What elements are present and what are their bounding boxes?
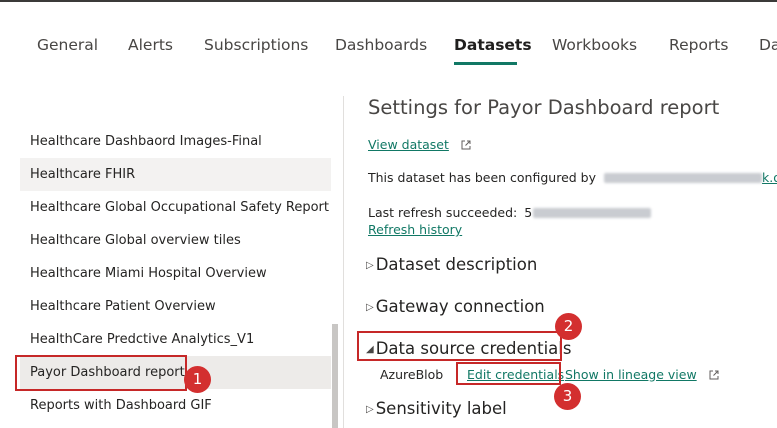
redacted-timestamp [533,208,652,218]
external-link-icon [709,370,719,380]
collapsed-caret-icon: ▷ [366,404,374,415]
callout-badge-3: 3 [554,383,581,410]
refresh-history-row: Refresh history [368,222,462,237]
list-item[interactable]: HealthCare Predctive Analytics_V1 [20,323,331,356]
tab-reports[interactable]: Reports [669,34,728,56]
list-item[interactable]: Healthcare FHIR [20,158,331,191]
view-dataset-row: View dataset [368,137,471,152]
configured-by-text: This dataset has been configured by [368,170,596,185]
dataset-description-section[interactable]: ▷ Dataset description [366,255,537,274]
panel-divider [343,96,344,428]
window-top-border [0,0,777,2]
configured-by-email[interactable]: k.onm [603,170,777,185]
list-item[interactable]: Healthcare Miami Hospital Overview [20,257,331,290]
configured-by-row: This dataset has been configured by k.on… [368,170,777,185]
gateway-connection-label: Gateway connection [375,297,545,316]
settings-tabs: General Alerts Subscriptions Dashboards … [0,34,777,74]
azureblob-label: AzureBlob [380,367,444,382]
callout-badge-2: 2 [555,313,582,340]
active-tab-indicator [454,62,517,65]
last-refresh-text: Last refresh succeeded: [368,205,518,220]
list-item[interactable]: Healthcare Global Occupational Safety Re… [20,191,331,224]
list-item[interactable]: Healthcare Dashbaord Images-Final [20,125,331,158]
page-title: Settings for Payor Dashboard report [368,96,720,119]
last-refresh-row: Last refresh succeeded: 5 [368,205,652,220]
list-item[interactable]: Healthcare Patient Overview [20,290,331,323]
tab-datasets[interactable]: Datasets [454,34,532,56]
external-link-icon [461,140,471,150]
list-item[interactable]: Reports with Dashboard GIF [20,389,331,422]
tab-dataflows-truncated[interactable]: Da [759,34,777,56]
dataset-description-label: Dataset description [375,255,538,274]
collapsed-caret-icon: ▷ [366,302,374,313]
tab-general[interactable]: General [37,34,98,56]
callout-box-dataset [15,355,187,391]
collapsed-caret-icon: ▷ [366,260,374,271]
refresh-history-link[interactable]: Refresh history [368,222,462,237]
callout-box-edit [456,362,561,385]
redacted-email [603,173,762,183]
tab-dashboards[interactable]: Dashboards [335,34,427,56]
tab-subscriptions[interactable]: Subscriptions [204,34,308,56]
scrollbar-thumb[interactable] [332,324,338,428]
sensitivity-label-label: Sensitivity label [375,399,507,418]
callout-badge-1: 1 [184,366,211,393]
callout-box-credentials [357,331,562,361]
gateway-connection-section[interactable]: ▷ Gateway connection [366,297,545,316]
tab-alerts[interactable]: Alerts [128,34,173,56]
view-dataset-link[interactable]: View dataset [368,137,449,152]
tab-workbooks[interactable]: Workbooks [552,34,637,56]
lineage-row: Show in lineage view [565,367,719,382]
list-item[interactable]: Healthcare Global overview tiles [20,224,331,257]
sensitivity-label-section[interactable]: ▷ Sensitivity label [366,399,507,418]
last-refresh-value: 5 [524,205,533,220]
show-lineage-link[interactable]: Show in lineage view [565,367,697,382]
